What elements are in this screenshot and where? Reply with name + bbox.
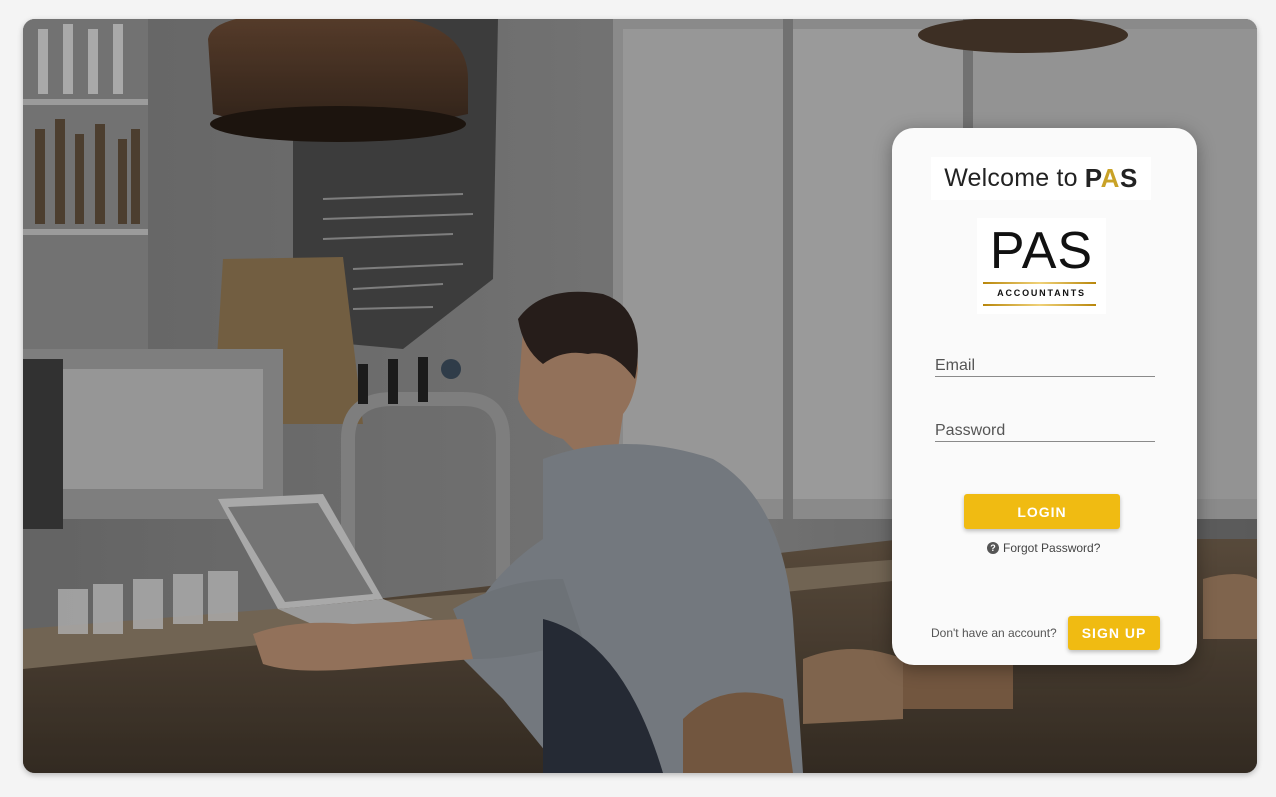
logo-letters: PAS (989, 222, 1094, 280)
logo-rule-top (983, 282, 1096, 284)
welcome-brand-p: P (1084, 163, 1101, 193)
email-field (935, 351, 1155, 377)
welcome-brand: PAS (1085, 163, 1138, 194)
password-field (935, 416, 1155, 442)
welcome-brand-a: A (1100, 163, 1120, 193)
pas-accountants-logo: PAS ACCOUNTANTS (977, 218, 1106, 314)
welcome-banner: Welcome to PAS (931, 157, 1151, 200)
login-button[interactable]: LOGIN (964, 494, 1120, 529)
welcome-text: Welcome to (944, 164, 1078, 192)
login-card: Welcome to PAS PAS ACCOUNTANTS LOGIN ? F… (892, 128, 1197, 665)
signup-button[interactable]: SIGN UP (1067, 616, 1161, 650)
logo-subtitle: ACCOUNTANTS (997, 288, 1086, 298)
welcome-brand-s: S (1119, 163, 1138, 193)
email-input[interactable] (935, 351, 1155, 376)
signup-prompt: Don't have an account? (931, 626, 1057, 640)
forgot-password-link[interactable]: ? Forgot Password? (987, 541, 1100, 555)
signup-row: Don't have an account? SIGN UP (931, 616, 1161, 650)
question-circle-icon: ? (987, 542, 999, 554)
logo-rule-bottom (983, 304, 1096, 306)
password-input[interactable] (935, 416, 1155, 441)
forgot-password-label: Forgot Password? (1003, 541, 1101, 555)
